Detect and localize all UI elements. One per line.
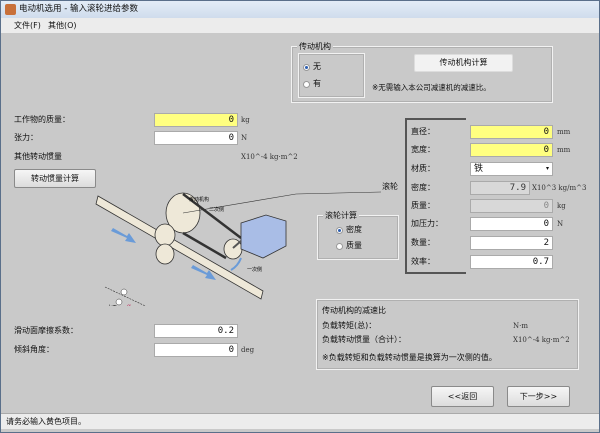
radio-none-label: 无	[313, 62, 321, 71]
radio-mass-label: 质量	[346, 241, 362, 250]
roller-calc-title: 滚轮计算	[323, 210, 359, 221]
roller-mass-input: 0	[470, 199, 553, 213]
material-label: 材质：	[411, 164, 435, 173]
load-inertia-label: 负载转动惯量（合计）：	[322, 335, 406, 344]
ball-1	[120, 288, 128, 296]
other-inertia-label: 其他转动惯量	[14, 152, 62, 161]
rotation-arrow-icon	[230, 257, 242, 271]
pressure-label: 加压力：	[411, 219, 443, 228]
material-value: 铁	[474, 164, 484, 174]
menu-bar: 文件(F) 其他(O)	[1, 18, 599, 33]
mass-label: 工作物的质量：	[14, 115, 70, 124]
transmission-radio-box: 无 有	[298, 53, 365, 98]
angle-unit: deg	[241, 346, 255, 354]
radio-has[interactable]	[303, 81, 310, 88]
efficiency-input[interactable]: 0.7	[470, 255, 553, 269]
motor-icon	[240, 214, 287, 259]
density-unit: X10^3 kg/m^3	[532, 184, 587, 192]
main-window: 电动机选用 - 输入滚轮进给参数 文件(F) 其他(O) 传动机构 无 有 传动…	[0, 0, 600, 433]
roller-label: 滚轮	[382, 182, 398, 191]
upper-roller	[154, 223, 176, 247]
diameter-label: 直径：	[411, 127, 435, 136]
status-text: 请务必输入黄色项目。	[6, 417, 86, 426]
pressure-unit: N	[557, 220, 564, 228]
material-select[interactable]: 铁 ▾	[470, 162, 553, 176]
torque-label: 负载转矩(总)：	[322, 321, 377, 330]
width-input[interactable]: 0	[470, 143, 553, 157]
menu-other[interactable]: 其他(O)	[48, 18, 77, 33]
width-label: 宽度：	[411, 145, 435, 154]
radio-density[interactable]	[336, 227, 343, 234]
torque-unit: N·m	[513, 322, 528, 330]
title-bar: 电动机选用 - 输入滚轮进给参数	[1, 1, 599, 18]
label-alpha: α	[127, 303, 131, 306]
ratio-label: 传动机构的减速比	[322, 306, 386, 315]
count-input[interactable]: 2	[470, 236, 553, 250]
transmission-note: ※无需输入本公司减速机的减速比。	[372, 83, 491, 92]
app-icon	[5, 4, 16, 15]
angle-input[interactable]: 0	[154, 343, 238, 357]
diameter-input[interactable]: 0	[470, 125, 553, 139]
mass-input[interactable]: 0	[154, 113, 238, 127]
tension-unit: N	[241, 134, 248, 142]
lower-roller	[155, 243, 175, 265]
transmission-group: 传动机构 无 有 传动机构计算 ※无需输入本公司减速机的减速比。	[291, 41, 553, 103]
friction-label: 滑动面摩擦系数：	[14, 326, 78, 335]
density-input: 7.9	[470, 181, 530, 195]
next-button[interactable]: 下一步>>	[507, 386, 570, 407]
roller-leader-line-2	[295, 191, 382, 195]
radio-mass[interactable]	[336, 243, 343, 250]
tension-label: 张力：	[14, 133, 38, 142]
radio-density-label: 密度	[346, 225, 362, 234]
mass-unit: kg	[241, 116, 250, 124]
radio-none[interactable]	[303, 64, 310, 71]
chevron-down-icon[interactable]: ▾	[546, 163, 549, 175]
transmission-calc-button[interactable]: 传动机构计算	[414, 54, 513, 72]
result-note: ※负载转矩和负载转动惯量是换算为一次侧的值。	[322, 353, 497, 362]
radio-has-label: 有	[313, 79, 321, 88]
label-mechanism: 传动机构	[189, 196, 209, 203]
tension-input[interactable]: 0	[154, 131, 238, 145]
roller-params-bracket	[405, 118, 466, 274]
angle-label: 倾斜角度：	[14, 345, 54, 354]
menu-file[interactable]: 文件(F)	[14, 18, 41, 33]
load-inertia-unit: X10^-4 kg·m^2	[513, 336, 570, 344]
density-label: 密度：	[411, 183, 435, 192]
diameter-unit: mm	[557, 128, 571, 136]
roller-mass-label: 质量：	[411, 201, 435, 210]
label-primary: 一次侧	[247, 266, 262, 273]
window-title: 电动机选用 - 输入滚轮进给参数	[19, 4, 138, 14]
count-label: 数量：	[411, 238, 435, 247]
pressure-input[interactable]: 0	[470, 217, 553, 231]
status-bar: 请务必输入黄色项目。	[1, 413, 599, 429]
inertia-calc-button[interactable]: 转动惯量计算	[14, 169, 96, 188]
width-unit: mm	[557, 146, 571, 154]
roller-calc-group: 滚轮计算 密度 质量	[317, 210, 399, 260]
back-button[interactable]: <<返回	[431, 386, 494, 407]
other-inertia-unit: X10^-4 kg·m^2	[241, 153, 298, 161]
label-horizontal: 水平	[107, 304, 117, 306]
label-secondary: 二次侧	[209, 206, 224, 213]
arrow-left-icon	[111, 228, 136, 243]
friction-input[interactable]: 0.2	[154, 324, 238, 338]
result-group: 传动机构的减速比 负载转矩(总)： N·m 负载转动惯量（合计）： X10^-4…	[316, 299, 579, 370]
transmission-group-title: 传动机构	[297, 41, 333, 52]
roller-mass-unit: kg	[557, 202, 566, 210]
efficiency-label: 效率：	[411, 257, 435, 266]
